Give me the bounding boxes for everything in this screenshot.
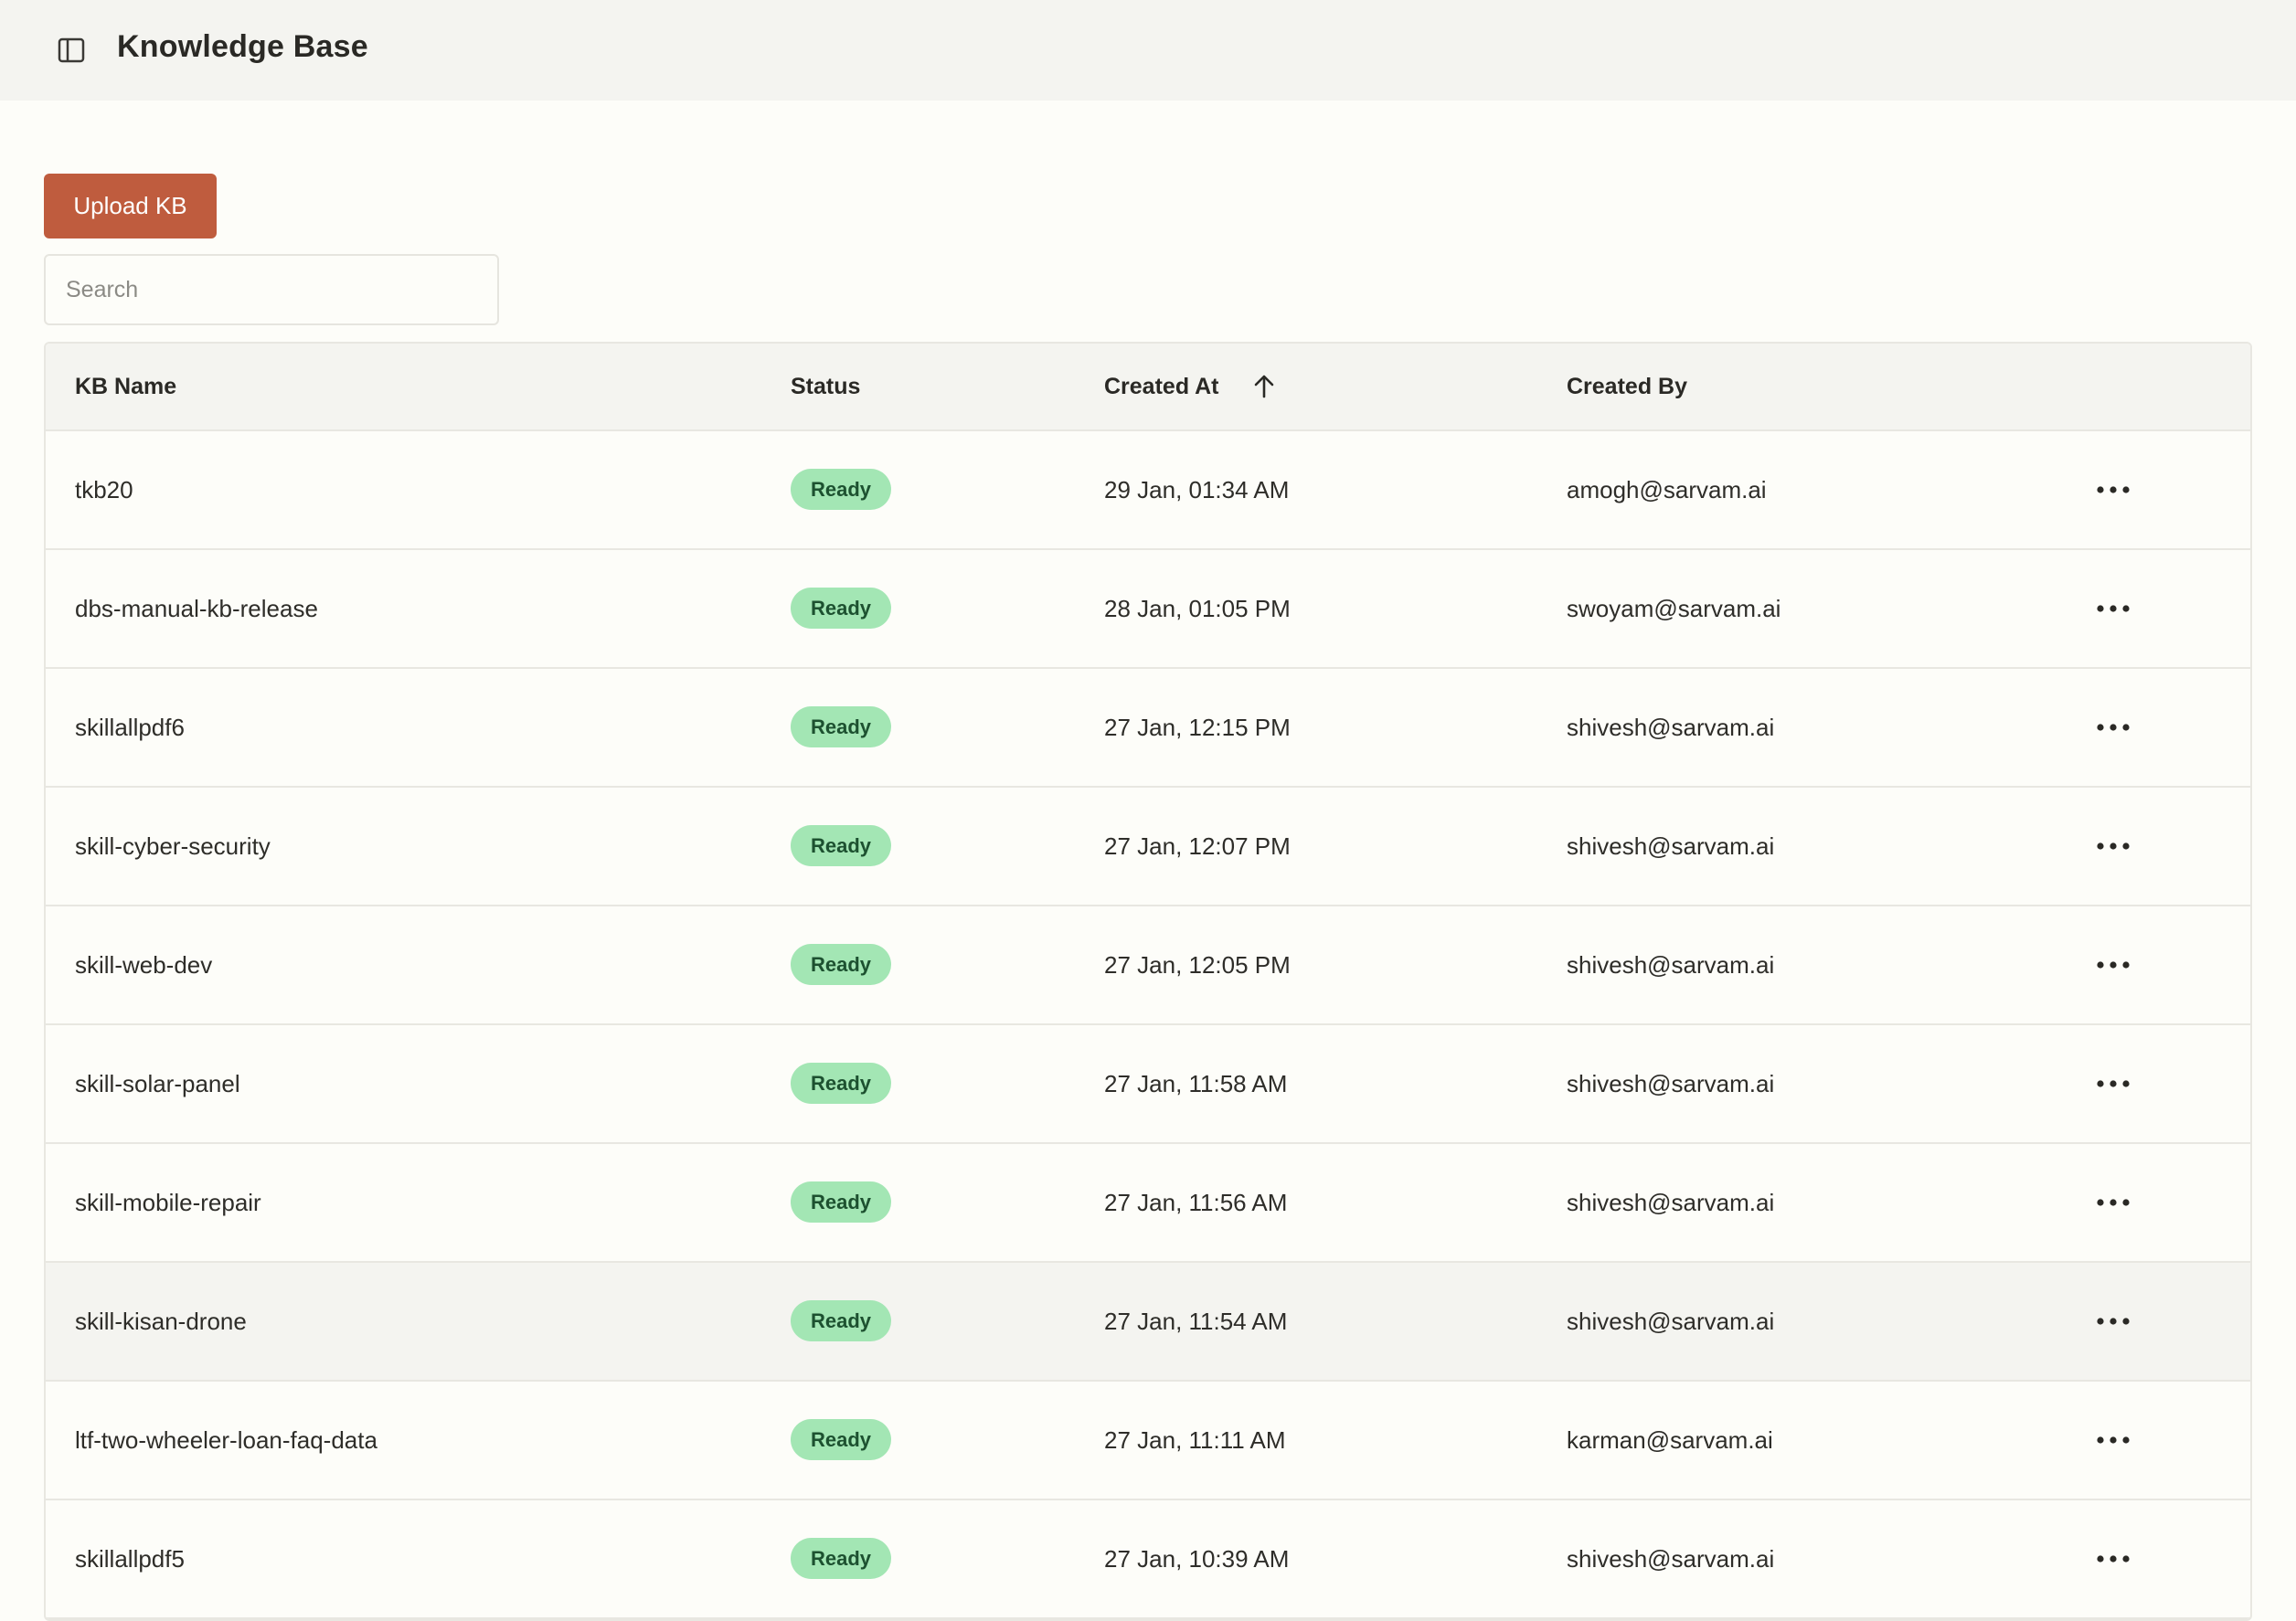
created-by-cell: shivesh@sarvam.ai — [1567, 714, 1775, 741]
sidebar-toggle-icon[interactable] — [57, 36, 86, 65]
column-header-created-by[interactable]: Created By — [1567, 344, 1687, 429]
table-row[interactable]: tkb20 Ready 29 Jan, 01:34 AM amogh@sarvam.a… — [46, 431, 2250, 550]
created-at-cell: 27 Jan, 12:05 PM — [1104, 951, 1291, 979]
kb-name-cell[interactable]: ltf-two-wheeler-loan-faq-data — [75, 1382, 377, 1499]
created-by-cell: swoyam@sarvam.ai — [1567, 595, 1781, 622]
status-badge: Ready — [791, 1181, 891, 1223]
created-at-cell: 28 Jan, 01:05 PM — [1104, 595, 1291, 622]
kb-name-cell[interactable]: skillallpdf5 — [75, 1500, 185, 1617]
search-input[interactable] — [44, 254, 499, 325]
table-row[interactable]: skill-kisan-drone Ready 27 Jan, 11:54 AM sh… — [46, 1263, 2250, 1382]
upload-kb-button[interactable]: Upload KB — [44, 174, 217, 238]
status-badge: Ready — [791, 944, 891, 985]
created-at-cell: 27 Jan, 11:54 AM — [1104, 1308, 1288, 1335]
created-at-cell: 27 Jan, 12:07 PM — [1104, 832, 1291, 860]
created-at-cell: 27 Jan, 11:56 AM — [1104, 1189, 1288, 1216]
status-badge: Ready — [791, 1419, 891, 1460]
table-row[interactable]: skill-cyber-security Ready 27 Jan, 12:07 P… — [46, 788, 2250, 906]
table-row[interactable]: skill-solar-panel Ready 27 Jan, 11:58 AM sh… — [46, 1025, 2250, 1144]
created-by-cell: shivesh@sarvam.ai — [1567, 1545, 1775, 1573]
created-by-cell: amogh@sarvam.ai — [1567, 476, 1767, 503]
kb-name-cell[interactable]: skill-cyber-security — [75, 788, 271, 905]
more-options-icon[interactable] — [2091, 1067, 2135, 1100]
table-row[interactable]: skill-mobile-repair Ready 27 Jan, 11:56 AM… — [46, 1144, 2250, 1263]
table-row[interactable]: skillallpdf5 Ready 27 Jan, 10:39 AM shivesh… — [46, 1500, 2250, 1619]
table-row[interactable]: skillallpdf6 Ready 27 Jan, 12:15 PM shivesh… — [46, 669, 2250, 788]
status-badge: Ready — [791, 1063, 891, 1104]
column-header-status[interactable]: Status — [791, 344, 860, 429]
kb-table: KB Name Status Created At Created By tkb… — [44, 342, 2252, 1621]
created-by-cell: karman@sarvam.ai — [1567, 1426, 1773, 1454]
kb-name-cell[interactable]: dbs-manual-kb-release — [75, 550, 318, 667]
arrow-up-icon[interactable] — [1252, 374, 1276, 399]
created-by-cell: shivesh@sarvam.ai — [1567, 951, 1775, 979]
top-bar: Knowledge Base — [0, 0, 2296, 101]
page-title: Knowledge Base — [117, 29, 368, 64]
created-at-cell: 27 Jan, 11:58 AM — [1104, 1070, 1288, 1097]
more-options-icon[interactable] — [2091, 1542, 2135, 1575]
more-options-icon[interactable] — [2091, 948, 2135, 981]
kb-name-cell[interactable]: skillallpdf6 — [75, 669, 185, 786]
kb-name-cell[interactable]: skill-solar-panel — [75, 1025, 240, 1142]
status-badge: Ready — [791, 469, 891, 510]
more-options-icon[interactable] — [2091, 830, 2135, 863]
more-options-icon[interactable] — [2091, 711, 2135, 744]
column-header-created-at[interactable]: Created At — [1104, 344, 1219, 429]
status-badge: Ready — [791, 588, 891, 629]
status-badge: Ready — [791, 1300, 891, 1341]
kb-name-cell[interactable]: skill-web-dev — [75, 906, 212, 1023]
created-by-cell: shivesh@sarvam.ai — [1567, 832, 1775, 860]
more-options-icon[interactable] — [2091, 1186, 2135, 1219]
status-badge: Ready — [791, 825, 891, 866]
created-at-cell: 29 Jan, 01:34 AM — [1104, 476, 1290, 503]
more-options-icon[interactable] — [2091, 1305, 2135, 1338]
status-badge: Ready — [791, 706, 891, 747]
table-row[interactable]: ltf-two-wheeler-loan-faq-data Ready 27 Jan… — [46, 1382, 2250, 1500]
kb-name-cell[interactable]: skill-mobile-repair — [75, 1144, 261, 1261]
kb-name-cell[interactable]: tkb20 — [75, 431, 133, 548]
created-at-cell: 27 Jan, 12:15 PM — [1104, 714, 1291, 741]
more-options-icon[interactable] — [2091, 1424, 2135, 1457]
column-header-kb-name[interactable]: KB Name — [75, 344, 176, 429]
table-row[interactable]: skill-web-dev Ready 27 Jan, 12:05 PM shives… — [46, 906, 2250, 1025]
kb-name-cell[interactable]: skill-kisan-drone — [75, 1263, 247, 1380]
created-at-cell: 27 Jan, 11:11 AM — [1104, 1426, 1286, 1454]
status-badge: Ready — [791, 1538, 891, 1579]
created-by-cell: shivesh@sarvam.ai — [1567, 1070, 1775, 1097]
created-at-cell: 27 Jan, 10:39 AM — [1104, 1545, 1290, 1573]
table-row[interactable]: dbs-manual-kb-release Ready 28 Jan, 01:05 … — [46, 550, 2250, 669]
table-header: KB Name Status Created At Created By — [46, 344, 2250, 431]
created-by-cell: shivesh@sarvam.ai — [1567, 1308, 1775, 1335]
created-by-cell: shivesh@sarvam.ai — [1567, 1189, 1775, 1216]
more-options-icon[interactable] — [2091, 473, 2135, 506]
more-options-icon[interactable] — [2091, 592, 2135, 625]
